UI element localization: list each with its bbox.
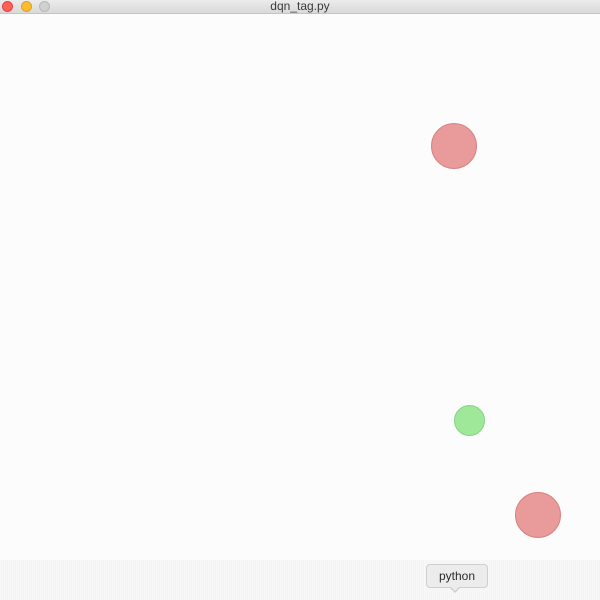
title-bar[interactable]: dqn_tag.py <box>0 0 600 14</box>
dock-area <box>0 560 600 600</box>
window-title: dqn_tag.py <box>270 0 330 13</box>
chaser-agent-circle <box>515 492 561 538</box>
chaser-agent-circle <box>431 123 477 169</box>
runner-agent-circle <box>454 405 485 436</box>
game-canvas[interactable] <box>0 14 600 600</box>
tooltip-arrow-fill <box>450 586 460 591</box>
dock-tooltip: python <box>426 564 488 588</box>
app-window: dqn_tag.py python <box>0 0 600 600</box>
